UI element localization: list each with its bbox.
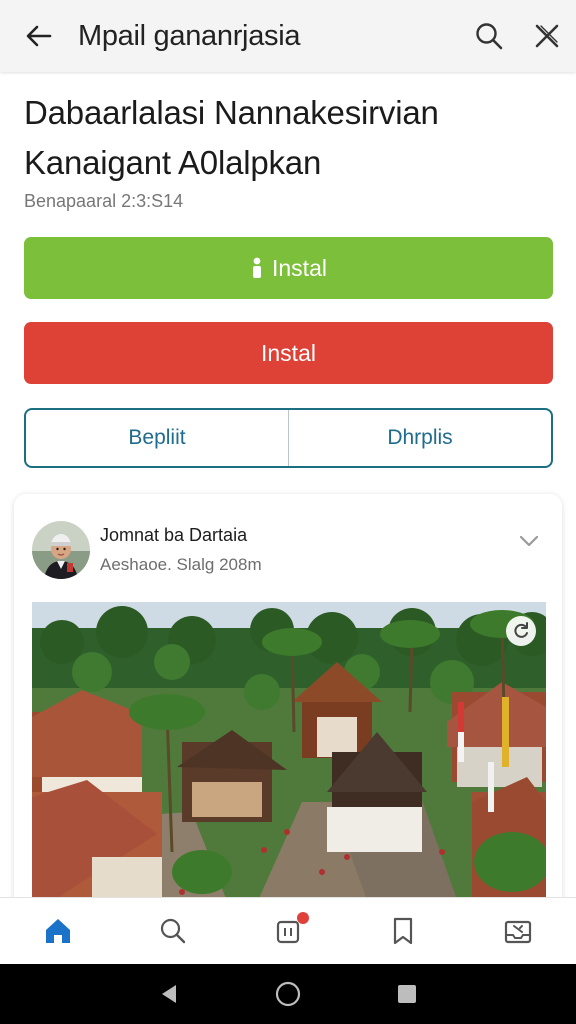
nav-bookmarks[interactable]: [346, 898, 461, 964]
system-back-icon[interactable]: [158, 983, 180, 1005]
split-button-group: Bepliit Dhrplis: [24, 408, 553, 468]
person-icon: [250, 257, 264, 279]
chevron-down-icon[interactable]: [516, 528, 542, 554]
close-icon: [535, 24, 559, 48]
post-author[interactable]: Jomnat ba Dartaia: [100, 525, 247, 546]
back-button[interactable]: [0, 0, 78, 72]
system-home-icon[interactable]: [275, 981, 301, 1007]
article-meta: Benapaaral 2:3:S14: [24, 191, 184, 211]
post-subtitle: Aeshaoe. Slalg 208m: [100, 555, 262, 574]
split-left-label: Bepliit: [128, 426, 186, 449]
home-icon: [45, 919, 70, 943]
split-right-button[interactable]: Dhrplis: [288, 410, 551, 466]
inbox-icon: [505, 920, 532, 944]
post-photo[interactable]: [32, 602, 546, 914]
search-icon: [476, 23, 503, 50]
search-button[interactable]: [460, 0, 518, 72]
refresh-icon[interactable]: [506, 616, 536, 646]
search-icon: [160, 918, 185, 944]
headline-line-2: Kanaigant A0lalpkan: [24, 144, 322, 181]
post-card[interactable]: Jomnat ba Dartaia Aeshaoe. Slalg 208m: [14, 494, 562, 914]
bookmark-icon: [394, 917, 413, 945]
article-headline: Dabaarlalasi Nannakesirvian Kanaigant A0…: [24, 88, 554, 188]
app-bar: Mpail gananrjasia: [0, 0, 576, 72]
notification-badge: [297, 912, 310, 924]
install-primary-label: Instal: [272, 254, 327, 281]
split-left-button[interactable]: Bepliit: [26, 410, 288, 466]
install-button-secondary[interactable]: Instal: [24, 322, 553, 384]
close-button[interactable]: [518, 0, 576, 72]
install-secondary-label: Instal: [261, 339, 316, 366]
arrow-left-icon: [26, 25, 52, 47]
nav-notifications[interactable]: [230, 898, 345, 964]
headline-line-1: Dabaarlalasi Nannakesirvian: [24, 94, 439, 131]
nav-inbox[interactable]: [461, 898, 576, 964]
avatar[interactable]: [32, 521, 90, 579]
bottom-navigation: [0, 897, 576, 964]
system-recents-icon[interactable]: [396, 983, 418, 1005]
system-navigation-bar: [0, 964, 576, 1024]
app-title: Mpail gananrjasia: [78, 19, 301, 52]
split-right-label: Dhrplis: [387, 426, 453, 449]
install-button-primary[interactable]: Instal: [24, 237, 553, 299]
nav-search[interactable]: [115, 898, 230, 964]
nav-home[interactable]: [0, 898, 115, 964]
